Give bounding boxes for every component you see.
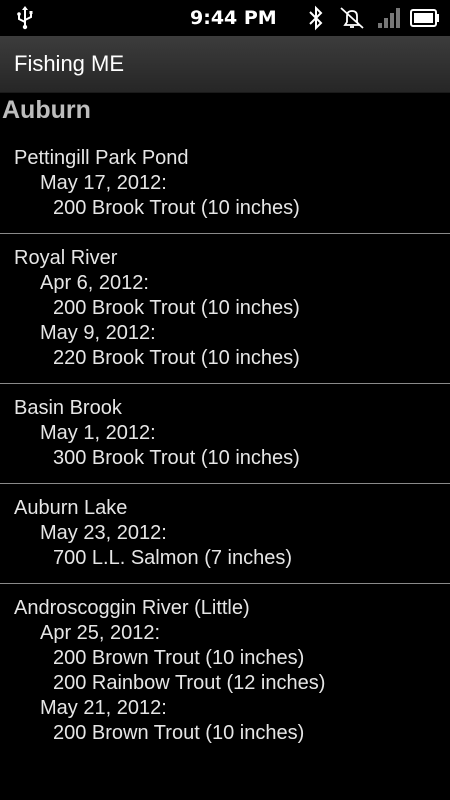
stocking-fish: 200 Brown Trout (10 inches) bbox=[53, 722, 305, 744]
title-bar: Fishing ME bbox=[0, 36, 450, 93]
list-item-royal-river[interactable]: Royal River Apr 6, 2012: 200 Brook Trout… bbox=[0, 234, 450, 384]
battery-icon bbox=[410, 9, 439, 27]
location-name: Androscoggin River (Little) bbox=[14, 597, 250, 619]
screen: 9:44 PM Fishing ME Auburn Pettingill Par… bbox=[0, 0, 450, 800]
list-item-auburn-lake[interactable]: Auburn Lake May 23, 2012: 700 L.L. Salmo… bbox=[0, 484, 450, 584]
signal-icon bbox=[378, 8, 400, 28]
list-item-pettingill-park-pond[interactable]: Pettingill Park Pond May 17, 2012: 200 B… bbox=[0, 134, 450, 234]
stocking-date: May 23, 2012: bbox=[40, 522, 167, 544]
list-item-basin-brook[interactable]: Basin Brook May 1, 2012: 300 Brook Trout… bbox=[0, 384, 450, 484]
stocking-fish: 200 Rainbow Trout (12 inches) bbox=[53, 672, 326, 694]
stocking-date: Apr 25, 2012: bbox=[40, 622, 161, 644]
app-title: Fishing ME bbox=[14, 51, 125, 76]
alarm-off-icon bbox=[340, 7, 364, 29]
stocking-list[interactable]: Auburn Pettingill Park Pond May 17, 2012… bbox=[0, 92, 450, 758]
city-heading: Auburn bbox=[2, 96, 91, 124]
location-name: Royal River bbox=[14, 247, 118, 269]
location-name: Basin Brook bbox=[14, 397, 122, 419]
location-name: Pettingill Park Pond bbox=[14, 147, 189, 169]
stocking-date: May 21, 2012: bbox=[40, 697, 167, 719]
stocking-fish: 200 Brook Trout (10 inches) bbox=[53, 197, 300, 219]
clock: 9:44 PM bbox=[190, 7, 277, 29]
stocking-date: May 17, 2012: bbox=[40, 172, 167, 194]
stocking-fish: 200 Brook Trout (10 inches) bbox=[53, 297, 300, 319]
status-bar: 9:44 PM bbox=[0, 0, 450, 36]
usb-icon bbox=[17, 6, 33, 30]
stocking-fish: 700 L.L. Salmon (7 inches) bbox=[53, 547, 293, 569]
stocking-date: May 9, 2012: bbox=[40, 322, 156, 344]
stocking-date: Apr 6, 2012: bbox=[40, 272, 149, 294]
stocking-fish: 300 Brook Trout (10 inches) bbox=[53, 447, 300, 469]
list-item-androscoggin-river-little[interactable]: Androscoggin River (Little) Apr 25, 2012… bbox=[0, 584, 450, 758]
stocking-fish: 220 Brook Trout (10 inches) bbox=[53, 347, 300, 369]
bluetooth-icon bbox=[309, 5, 323, 31]
stocking-fish: 200 Brown Trout (10 inches) bbox=[53, 647, 305, 669]
location-name: Auburn Lake bbox=[14, 497, 128, 519]
stocking-date: May 1, 2012: bbox=[40, 422, 156, 444]
